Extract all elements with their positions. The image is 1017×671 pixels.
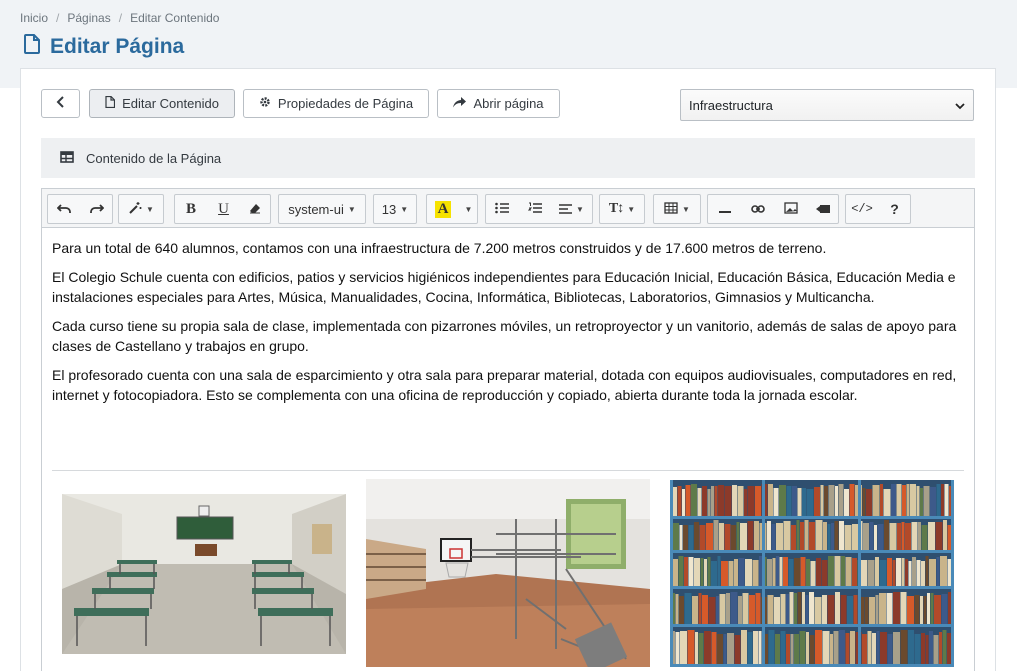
paragraph: El profesorado cuenta con una sala de es…	[52, 367, 957, 403]
font-family-value: system-ui	[288, 201, 344, 217]
link-button[interactable]	[741, 195, 774, 223]
ordered-list-button[interactable]	[518, 195, 550, 223]
font-family-group: system-ui ▼	[278, 194, 366, 224]
font-size-dropdown[interactable]: 13 ▼	[374, 195, 416, 223]
help-button[interactable]: ?	[878, 195, 910, 223]
unordered-list-icon	[495, 202, 509, 217]
line-height-dropdown[interactable]: T↕ ▼	[600, 195, 644, 223]
clear-format-button[interactable]	[239, 195, 270, 223]
help-icon: ?	[890, 201, 899, 217]
bold-icon: B	[185, 200, 196, 217]
back-button[interactable]	[41, 89, 80, 118]
color-group: A ▼	[426, 194, 478, 224]
caret-down-icon: ▼	[347, 204, 356, 214]
bold-button[interactable]: B	[175, 195, 207, 223]
breadcrumb-home[interactable]: Inicio	[20, 11, 48, 25]
table-icon	[664, 201, 678, 217]
paragraph: El Colegio Schule cuenta con edificios, …	[52, 269, 956, 305]
page-select[interactable]: Infraestructura	[680, 89, 974, 121]
style-group: ▼	[118, 194, 164, 224]
horizontal-rule	[52, 470, 964, 471]
chevron-down-icon	[955, 98, 965, 113]
align-dropdown[interactable]: ▼	[550, 195, 592, 223]
section-title: Contenido de la Página	[86, 150, 222, 166]
caret-down-icon: ▼	[576, 204, 584, 214]
page-properties-button[interactable]: Propiedades de Página	[243, 89, 429, 118]
font-color-dropdown[interactable]: ▼	[459, 195, 477, 223]
caret-down-icon: ▼	[146, 204, 154, 214]
font-color-icon: A	[435, 200, 451, 218]
font-style-group: B U	[174, 194, 271, 224]
gymnasium-photo[interactable]	[366, 479, 650, 667]
style-dropdown[interactable]: ▼	[119, 195, 163, 223]
table-icon	[60, 150, 74, 166]
caret-down-icon: ▼	[464, 204, 473, 214]
breadcrumb-pages[interactable]: Páginas	[67, 11, 110, 25]
ordered-list-icon	[527, 202, 542, 217]
text-height-icon: T↕	[608, 201, 624, 216]
editor-toolbar: ▼ B U system-ui ▼ 13 ▼ A ▼ ▼ T↕ ▼ ▼ </> …	[42, 189, 974, 228]
open-page-button[interactable]: Abrir página	[437, 89, 560, 118]
redo-button[interactable]	[80, 195, 112, 223]
edit-content-button[interactable]: Editar Contenido	[89, 89, 235, 118]
breadcrumb-current: Editar Contenido	[130, 11, 220, 25]
table-dropdown[interactable]: ▼	[654, 195, 700, 223]
font-family-dropdown[interactable]: system-ui ▼	[279, 195, 365, 223]
video-icon	[816, 202, 830, 217]
horizontal-rule-button[interactable]	[708, 195, 741, 223]
open-page-label: Abrir página	[473, 96, 544, 111]
underline-button[interactable]: U	[207, 195, 239, 223]
breadcrumb: Inicio / Páginas / Editar Contenido	[20, 11, 219, 25]
gear-icon	[259, 96, 271, 111]
magic-wand-icon	[128, 201, 142, 218]
history-group	[47, 194, 113, 224]
horizontal-rule-icon	[718, 202, 731, 217]
video-button[interactable]	[807, 195, 838, 223]
redo-icon	[89, 202, 104, 217]
code-view-button[interactable]: </>	[846, 195, 878, 223]
unordered-list-button[interactable]	[486, 195, 518, 223]
misc-group: </> ?	[845, 194, 911, 224]
caret-down-icon: ▼	[682, 204, 690, 214]
page-title-text: Editar Página	[50, 34, 185, 58]
table-group: ▼	[653, 194, 701, 224]
caret-down-icon: ▼	[627, 204, 636, 214]
chevron-left-icon	[56, 96, 65, 111]
undo-button[interactable]	[48, 195, 80, 223]
font-size-value: 13	[381, 201, 397, 217]
content-section-header: Contenido de la Página	[41, 138, 975, 178]
file-icon	[105, 95, 116, 111]
page-title: Editar Página	[24, 34, 184, 59]
font-size-group: 13 ▼	[373, 194, 417, 224]
picture-button[interactable]	[774, 195, 807, 223]
paragraph-group: ▼	[485, 194, 593, 224]
line-height-group: T↕ ▼	[599, 194, 645, 224]
insert-group	[707, 194, 839, 224]
rich-text-editor[interactable]: ▼ B U system-ui ▼ 13 ▼ A ▼ ▼ T↕ ▼ ▼ </> …	[41, 188, 975, 671]
underline-icon: U	[218, 200, 229, 217]
library-photo[interactable]	[670, 480, 954, 667]
share-icon	[453, 96, 467, 111]
file-icon	[24, 34, 40, 59]
paragraph: Para un total de 640 alumnos, contamos c…	[52, 240, 827, 256]
edit-content-label: Editar Contenido	[122, 96, 219, 111]
align-icon	[559, 202, 573, 217]
page-properties-label: Propiedades de Página	[277, 96, 414, 111]
picture-icon	[784, 201, 798, 217]
paragraph: Cada curso tiene su propia sala de clase…	[52, 318, 957, 354]
undo-icon	[56, 202, 71, 217]
editor-content[interactable]: Para un total de 640 alumnos, contamos c…	[52, 238, 964, 414]
classroom-photo[interactable]	[62, 494, 346, 654]
link-icon	[751, 202, 765, 217]
breadcrumb-separator: /	[56, 11, 60, 25]
caret-down-icon: ▼	[400, 204, 409, 214]
eraser-icon	[249, 202, 261, 217]
font-color-button[interactable]: A	[427, 195, 459, 223]
page-select-value: Infraestructura	[689, 97, 773, 113]
breadcrumb-separator: /	[118, 11, 123, 25]
code-view-icon: </>	[851, 202, 873, 216]
